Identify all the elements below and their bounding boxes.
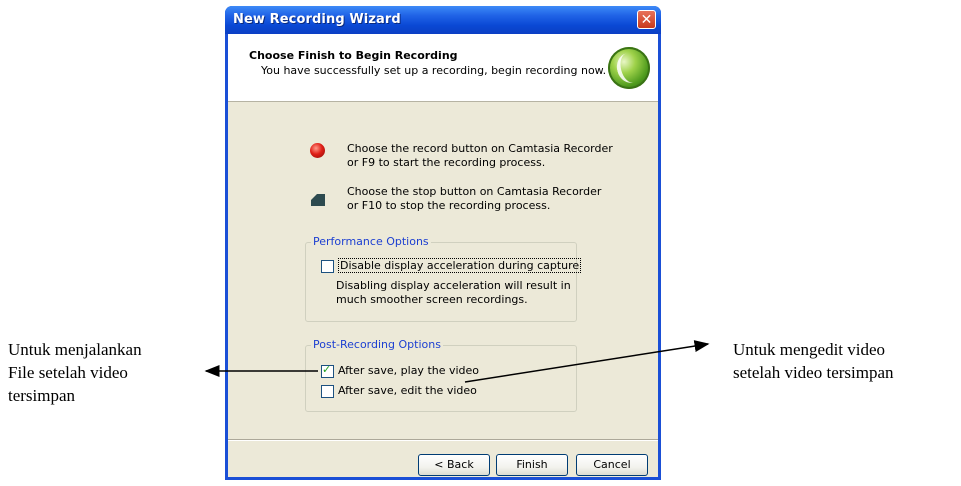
arrow-right <box>464 340 710 383</box>
annotation-arrows <box>204 340 710 383</box>
